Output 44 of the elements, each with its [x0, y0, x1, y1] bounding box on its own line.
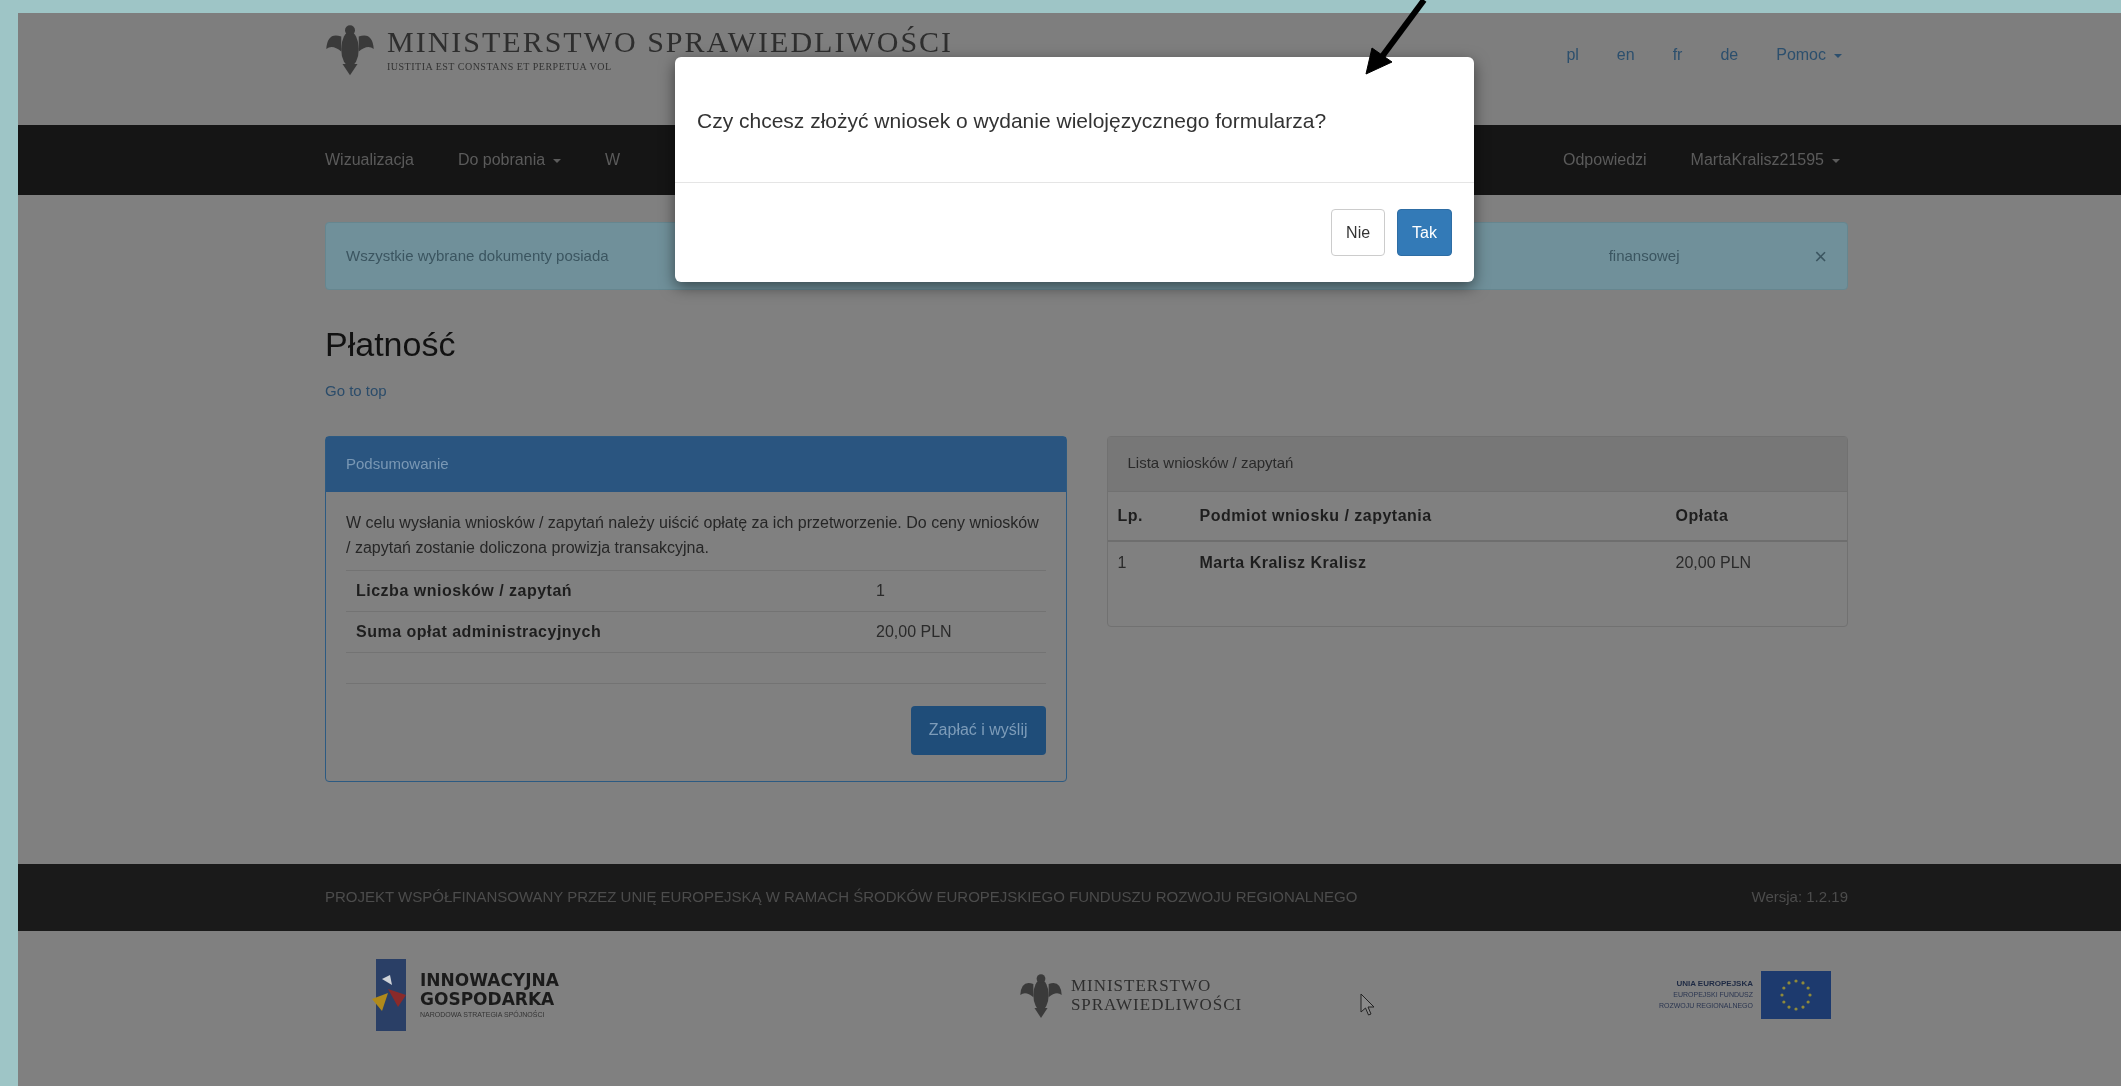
nav-item[interactable]: Wizualizacja: [325, 148, 414, 172]
language-link[interactable]: fr: [1672, 43, 1683, 67]
caret-icon: [1834, 53, 1842, 58]
language-link[interactable]: de: [1720, 43, 1739, 67]
column-header: Opłata: [1675, 505, 1729, 526]
panel-title: Lista wniosków / zapytań: [1127, 453, 1294, 474]
caret-icon: [553, 158, 562, 163]
logo-text: GOSPODARKA: [420, 990, 555, 1008]
column-header: Lp.: [1117, 505, 1144, 526]
nav-item[interactable]: MartaKralisz21595: [1690, 148, 1840, 172]
pay-and-send-button[interactable]: Zapłać i wyślij: [910, 705, 1046, 755]
logo-text: INNOWACYJNA: [420, 971, 559, 989]
table-cell-text: 1: [1117, 552, 1128, 573]
dialog-question: Czy chcesz złożyć wniosek o wydanie wielojęzycznego formularza?: [697, 108, 1327, 134]
go-to-top-link[interactable]: Go to top: [325, 380, 387, 403]
nav-item[interactable]: Odpowiedzi: [1563, 148, 1647, 172]
table-cell-text: 1: [876, 580, 885, 601]
logo-text: SPRAWIEDLIWOŚCI: [1070, 995, 1243, 1013]
table-cell-text: Marta Kralisz Kralisz: [1199, 552, 1368, 573]
ministry-title: MINISTERSTWO SPRAWIEDLIWOŚCI: [387, 24, 954, 59]
nav-item[interactable]: W: [605, 148, 621, 172]
language-link[interactable]: en: [1616, 43, 1635, 67]
eu-flag-icon: [1761, 970, 1831, 1019]
table-cell-text: Suma opłat administracyjnych: [356, 621, 603, 642]
caret-icon: [1832, 158, 1840, 163]
logo-text: UNIA EUROPEJSKA: [1676, 978, 1753, 989]
summary-description: W celu wysłania wniosków / zapytań należy uiścić opłatę za ich przetworzenie. Do ceny wniosków / zapytań zostanie doliczona prowizja transakcyjna.: [346, 512, 1040, 558]
help-menu[interactable]: Pomoc: [1776, 43, 1842, 67]
mouse-cursor-icon: [1360, 993, 1376, 1017]
page-title: Płatność: [325, 324, 457, 364]
panel-title: Podsumowanie: [346, 453, 449, 474]
alert-text: Wszystkie wybrane dokumenty posiada: [346, 245, 609, 266]
language-link[interactable]: pl: [1566, 43, 1579, 67]
dialog-button[interactable]: Nie: [1331, 209, 1386, 256]
alert-text: finansowej: [1608, 245, 1680, 266]
table-cell-text: 20,00 PLN: [1675, 552, 1752, 573]
close-button[interactable]: ×: [1814, 239, 1827, 273]
logo-text: MINISTERSTWO: [1070, 976, 1213, 994]
dialog-button[interactable]: Tak: [1397, 209, 1452, 256]
column-header: Podmiot wniosku / zapytania: [1199, 505, 1433, 526]
ministry-motto: IUSTITIA EST CONSTANS ET PERPETUA VOL: [387, 59, 613, 74]
nav-item[interactable]: Do pobrania: [457, 148, 562, 172]
table-cell-text: 20,00 PLN: [876, 621, 952, 642]
table-cell-text: Liczba wniosków / zapytań: [356, 580, 574, 601]
